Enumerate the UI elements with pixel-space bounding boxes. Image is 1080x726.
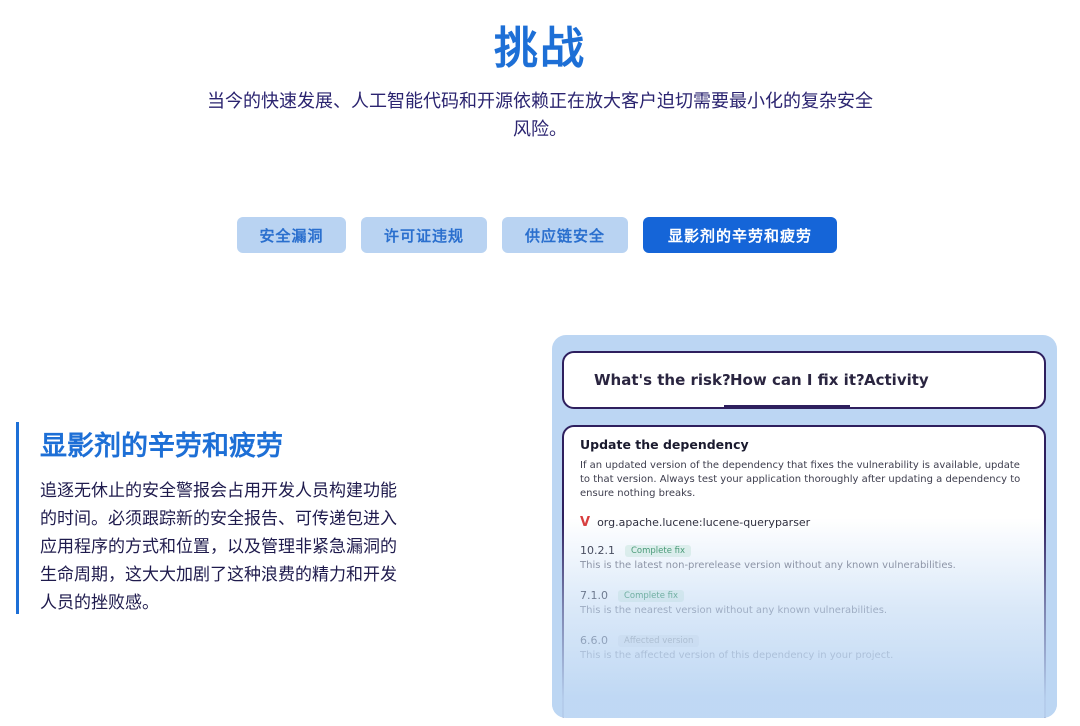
version-description: This is the latest non-prerelease versio…	[580, 560, 956, 571]
section-text-block: 显影剂的辛劳和疲劳 追逐无休止的安全警报会占用开发人员构建功能 的时间。必须跟踪…	[16, 422, 446, 614]
version-number: 10.2.1	[580, 544, 615, 557]
fix-status-badge: Complete fix	[618, 589, 685, 602]
section-heading: 显影剂的辛劳和疲劳	[40, 431, 283, 462]
page-title: 挑战	[494, 23, 586, 74]
section-body-line: 追逐无休止的安全警报会占用开发人员构建功能	[40, 481, 397, 501]
panel-tab-activity[interactable]: Activity	[864, 353, 929, 407]
tab-security-vulnerabilities[interactable]: 安全漏洞	[237, 217, 346, 253]
version-number: 7.1.0	[580, 589, 608, 602]
version-number: 6.6.0	[580, 634, 608, 647]
version-row[interactable]: 7.1.0 Complete fix	[580, 589, 1030, 602]
section-body-line: 生命周期，这大大加剧了这种浪费的精力和开发	[40, 565, 397, 585]
card-description: If an updated version of the dependency …	[580, 460, 1021, 499]
card-title: Update the dependency	[580, 437, 749, 452]
tab-supply-chain-security[interactable]: 供应链安全	[502, 217, 628, 253]
page-subtitle: 当今的快速发展、人工智能代码和开源依赖正在放大客户迫切需要最小化的复杂安全 风险…	[190, 88, 890, 144]
panel-tab-how-can-i-fix-it[interactable]: How can I fix it?	[730, 353, 865, 407]
fix-panel-preview: What's the risk? How can I fix it? Activ…	[552, 335, 1057, 718]
package-row: V org.apache.lucene:lucene-queryparser	[580, 515, 1030, 530]
panel-tab-whats-the-risk[interactable]: What's the risk?	[594, 353, 731, 407]
tab-license-violations[interactable]: 许可证违规	[361, 217, 487, 253]
section-body-line: 的时间。必须跟踪新的安全报告、可传递包进入	[40, 509, 397, 529]
section-body-line: 应用程序的方式和位置，以及管理非紧急漏洞的	[40, 537, 397, 557]
version-description: This is the affected version of this dep…	[580, 650, 894, 661]
subtitle-line-2: 风险。	[513, 119, 567, 140]
tab-developer-toil[interactable]: 显影剂的辛劳和疲劳	[643, 217, 837, 253]
section-body: 追逐无休止的安全警报会占用开发人员构建功能 的时间。必须跟踪新的安全报告、可传递…	[40, 477, 440, 617]
fix-content-card: Update the dependency If an updated vers…	[562, 425, 1046, 718]
version-row[interactable]: 10.2.1 Complete fix	[580, 544, 1030, 557]
fix-status-badge: Complete fix	[625, 544, 692, 557]
version-description: This is the nearest version without any …	[580, 605, 888, 616]
section-body-line: 人员的挫败感。	[40, 593, 159, 613]
panel-tab-bar: What's the risk? How can I fix it? Activ…	[562, 351, 1046, 409]
package-name: org.apache.lucene:lucene-queryparser	[597, 516, 811, 529]
subtitle-line-1: 当今的快速发展、人工智能代码和开源依赖正在放大客户迫切需要最小化的复杂安全	[207, 91, 873, 112]
fix-status-badge: Affected version	[618, 634, 700, 647]
snyk-v-icon: V	[580, 515, 591, 530]
version-row[interactable]: 6.6.0 Affected version	[580, 634, 1030, 647]
active-tab-underline	[724, 405, 850, 408]
